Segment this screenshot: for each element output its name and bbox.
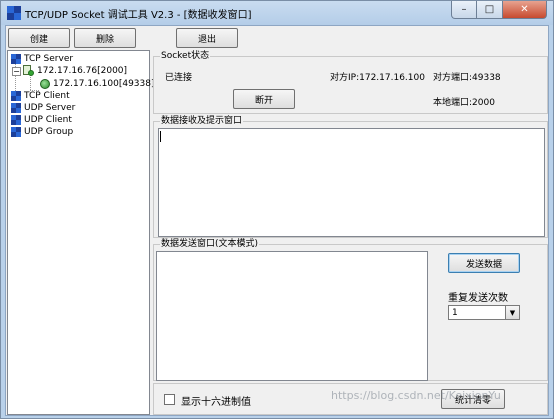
receive-panel-title: 数据接收及提示窗口: [160, 116, 244, 127]
tree-item-label: 172.17.16.100[49338]: [53, 79, 155, 89]
clear-stats-button[interactable]: 统计清零: [441, 389, 505, 409]
chevron-down-icon[interactable]: ▼: [505, 306, 519, 319]
tree-item-label: TCP Server: [24, 54, 74, 64]
socket-status-title: Socket状态: [160, 51, 211, 62]
window-title: TCP/UDP Socket 调试工具 V2.3 - [数据收发窗口]: [25, 10, 252, 21]
repeat-count-value: 1: [452, 307, 458, 318]
tree-item-tcp-client[interactable]: TCP Client: [11, 90, 70, 102]
disconnect-button[interactable]: 断开: [233, 89, 295, 109]
connection-icon: [40, 79, 50, 89]
send-panel-title: 数据发送窗口(文本模式): [160, 239, 260, 250]
tree-item-label: TCP Client: [24, 91, 70, 101]
tcp-server-icon: [11, 54, 21, 64]
send-group: 数据发送窗口(文本模式) 发送数据 重复发送次数 1 ▼: [153, 239, 548, 381]
collapse-icon[interactable]: −: [12, 66, 21, 76]
peer-ip: 对方IP:172.17.16.100: [330, 73, 425, 83]
local-port: 本地端口:2000: [433, 98, 495, 108]
close-button[interactable]: ✕: [503, 1, 547, 19]
tree-item-udp-group[interactable]: UDP Group: [11, 126, 73, 138]
connection-tree[interactable]: TCP Server − 172.17.16.76[2000] 172.17.1…: [7, 50, 155, 415]
tree-item-label: 172.17.16.76[2000]: [37, 66, 128, 76]
repeat-count-select[interactable]: 1 ▼: [448, 305, 520, 320]
receive-group: 数据接收及提示窗口: [153, 116, 548, 238]
connection-state: 已连接: [165, 73, 193, 83]
minimize-button[interactable]: –: [451, 1, 477, 19]
receive-textarea[interactable]: [158, 128, 545, 237]
hex-display-checkbox[interactable]: [164, 394, 175, 405]
tree-item-udp-client[interactable]: UDP Client: [11, 114, 72, 126]
send-data-button[interactable]: 发送数据: [448, 253, 520, 273]
create-button[interactable]: 创建: [8, 28, 70, 48]
udp-group-icon: [11, 127, 21, 137]
udp-client-icon: [11, 115, 21, 125]
send-textarea[interactable]: [156, 251, 428, 381]
tree-item-udp-server[interactable]: UDP Server: [11, 102, 75, 114]
server-icon: [23, 65, 34, 77]
window-controls: – □ ✕: [451, 1, 547, 19]
footer-bar: 显示十六进制值 统计清零: [153, 383, 548, 415]
tcp-client-icon: [11, 91, 21, 101]
client-area: 创建 删除 退出 TCP Server − 172.17.16.76[2000]…: [5, 25, 549, 416]
tree-item-label: UDP Server: [24, 103, 76, 113]
app-logo-icon: [7, 6, 21, 20]
tree-connector: [30, 75, 31, 90]
exit-button[interactable]: 退出: [176, 28, 238, 48]
tree-item-tcp-server[interactable]: TCP Server: [11, 53, 73, 65]
hex-display-label: 显示十六进制值: [181, 397, 251, 408]
peer-port: 对方端口:49338: [433, 73, 501, 83]
app-window: TCP/UDP Socket 调试工具 V2.3 - [数据收发窗口] – □ …: [0, 0, 554, 419]
tree-item-client-connection[interactable]: 172.17.16.100[49338]: [40, 78, 155, 90]
socket-status-group: Socket状态 已连接 对方IP:172.17.16.100 对方端口:493…: [153, 51, 548, 114]
tree-item-label: UDP Group: [24, 127, 74, 137]
maximize-button[interactable]: □: [477, 1, 503, 19]
udp-server-icon: [11, 103, 21, 113]
repeat-count-label: 重复发送次数: [448, 293, 508, 304]
tree-item-label: UDP Client: [24, 115, 72, 125]
title-bar[interactable]: TCP/UDP Socket 调试工具 V2.3 - [数据收发窗口] – □ …: [1, 1, 553, 25]
delete-button[interactable]: 删除: [74, 28, 136, 48]
tree-item-server-instance[interactable]: − 172.17.16.76[2000]: [12, 65, 127, 77]
text-caret: [160, 131, 161, 142]
